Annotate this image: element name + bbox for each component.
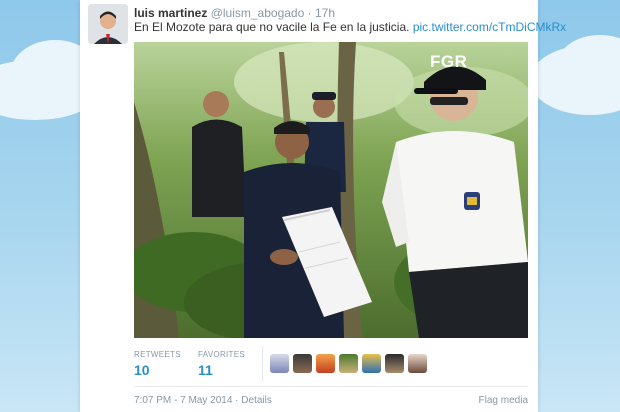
retweets-label: RETWEETS (134, 350, 181, 359)
forest-scene-image (134, 42, 528, 338)
flag-media-link[interactable]: Flag media (479, 395, 528, 406)
favoriter-avatar[interactable] (293, 354, 312, 373)
favorites-label: FAVORITES (198, 350, 246, 359)
stats-divider (262, 346, 263, 382)
retweets-stat[interactable]: RETWEETS 10 (134, 350, 181, 378)
cap-text: FGR (430, 52, 468, 71)
author-name[interactable]: luis martinez (134, 6, 207, 20)
time-separator: · (307, 6, 312, 20)
time-ago[interactable]: 17h (315, 6, 335, 20)
favoriter-avatar[interactable] (408, 354, 427, 373)
favoriter-avatar[interactable] (362, 354, 381, 373)
engagement-stats: RETWEETS 10 FAVORITES 11 (134, 346, 528, 386)
favoriter-avatar[interactable] (316, 354, 335, 373)
retweets-count[interactable]: 10 (134, 362, 181, 378)
author-avatar[interactable] (88, 4, 128, 44)
tweet-photo[interactable]: FGR (134, 42, 528, 338)
favoriter-avatar[interactable] (339, 354, 358, 373)
favorites-stat[interactable]: FAVORITES 11 (198, 350, 245, 378)
tweet-meta: 7:07 PM - 7 May 2014 · Details (134, 395, 272, 406)
tweet-media-link[interactable]: pic.twitter.com/cTmDiCMkRx (413, 20, 566, 34)
tweet-timestamp[interactable]: 7:07 PM - 7 May 2014 (134, 395, 232, 406)
tweet-body: En El Mozote para que no vacile la Fe en… (134, 20, 410, 34)
tweet-card: luis martinez @luism_abogado · 17h En El… (80, 0, 566, 412)
author-line: luis martinez @luism_abogado · 17h (134, 6, 335, 20)
details-link[interactable]: Details (241, 395, 272, 406)
favoriter-avatar[interactable] (270, 354, 289, 373)
favorites-count[interactable]: 11 (198, 362, 245, 378)
favoriter-avatar[interactable] (385, 354, 404, 373)
meta-divider (134, 386, 528, 387)
meta-separator: · (235, 395, 239, 406)
tweet-text: En El Mozote para que no vacile la Fe en… (134, 20, 566, 34)
author-handle[interactable]: @luism_abogado (211, 6, 305, 20)
